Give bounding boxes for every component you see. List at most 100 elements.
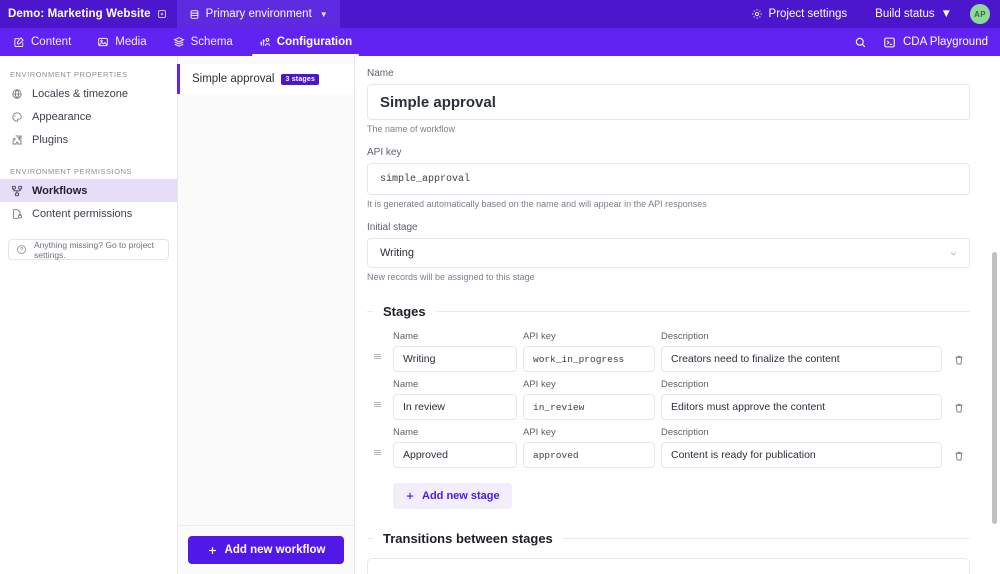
nav-item-configuration[interactable]: Configuration [246, 28, 365, 56]
search-icon[interactable] [842, 36, 879, 49]
nav-item-content[interactable]: Content [0, 28, 84, 56]
section-rule-left [367, 311, 373, 312]
stage-description-value: Content is ready for publication [671, 449, 816, 461]
sidebar-item-content-permissions[interactable]: Content permissions [0, 202, 177, 225]
transitions-card[interactable] [367, 558, 970, 574]
stage-name-value: Approved [403, 449, 448, 461]
edit-square-icon [13, 36, 25, 48]
build-status-label: Build status [875, 8, 935, 20]
avatar-initials: AP [974, 9, 986, 19]
stage-api-key-cell: API key work_in_progress [523, 331, 655, 372]
workflow-list-panel: Simple approval 3 stages Add new workflo… [177, 56, 355, 574]
stage-name-label: Name [393, 379, 419, 390]
stage-api-key-input[interactable]: approved [523, 442, 655, 468]
section-rule-right [435, 311, 970, 312]
stage-description-input[interactable]: Content is ready for publication [661, 442, 942, 468]
environment-switcher[interactable]: Primary environment ▼ [176, 0, 340, 28]
sidebar-item-label: Locales & timezone [32, 87, 128, 100]
stage-description-label: Description [661, 331, 709, 342]
stage-api-key-input[interactable]: work_in_progress [523, 346, 655, 372]
sidebar-item-label: Workflows [32, 184, 88, 197]
api-key-value: simple_approval [380, 173, 471, 185]
vertical-scrollbar[interactable] [992, 252, 997, 524]
drag-handle-icon[interactable] [367, 399, 387, 420]
workflow-name-value: Simple approval [380, 93, 496, 111]
stages-section-header: Stages [367, 304, 970, 319]
initial-stage-select[interactable]: Writing [367, 238, 970, 268]
stage-description-cell: Description Creators need to finalize th… [661, 331, 942, 372]
table-row: Name In review API key in_review Descrip… [367, 379, 970, 420]
stage-name-input[interactable]: Approved [393, 442, 517, 468]
sidebar-item-workflows[interactable]: Workflows [0, 179, 177, 202]
drag-handle-icon[interactable] [367, 447, 387, 468]
stage-description-value: Creators need to finalize the content [671, 353, 840, 365]
stage-api-key-label: API key [523, 379, 556, 390]
project-name: Demo: Marketing Website [8, 8, 151, 20]
name-hint: The name of workflow [367, 124, 456, 134]
sidebar-item-appearance[interactable]: Appearance [0, 105, 177, 128]
workflow-name-input[interactable]: Simple approval [367, 84, 970, 120]
project-settings-button[interactable]: Project settings [737, 0, 862, 28]
stage-name-input[interactable]: In review [393, 394, 517, 420]
table-row: Name Writing API key work_in_progress De… [367, 331, 970, 372]
initial-stage-value: Writing [380, 247, 415, 259]
project-brand[interactable]: Demo: Marketing Website [0, 0, 177, 28]
copy-icon[interactable] [157, 9, 167, 19]
nav-item-label: Content [31, 36, 72, 48]
avatar[interactable]: AP [970, 4, 990, 24]
nav-item-label: Media [115, 36, 147, 48]
section-rule-right [562, 538, 970, 539]
settings-sidebar: ENVIRONMENT PROPERTIES Locales & timezon… [0, 56, 178, 574]
initial-stage-label: Initial stage [367, 222, 418, 233]
help-callout[interactable]: Anything missing? Go to project settings… [8, 239, 169, 260]
workflow-icon [10, 185, 23, 197]
stage-description-input[interactable]: Editors must approve the content [661, 394, 942, 420]
add-new-workflow-button[interactable]: Add new workflow [188, 536, 344, 564]
chevron-down-icon: ▼ [940, 8, 952, 20]
stage-description-cell: Description Editors must approve the con… [661, 379, 942, 420]
environment-name: Primary environment [205, 8, 312, 20]
stage-count-badge: 3 stages [281, 73, 320, 85]
build-status-button[interactable]: Build status ▼ [861, 0, 966, 28]
sidebar-item-locales-timezone[interactable]: Locales & timezone [0, 82, 177, 105]
workflow-list-footer: Add new workflow [178, 525, 354, 574]
trash-icon[interactable] [948, 450, 970, 468]
trash-icon[interactable] [948, 354, 970, 372]
workflow-list: Simple approval 3 stages [177, 56, 354, 525]
trash-icon[interactable] [948, 402, 970, 420]
add-new-stage-button[interactable]: Add new stage [393, 483, 512, 509]
transitions-section-title: Transitions between stages [383, 531, 553, 546]
nav-item-media[interactable]: Media [84, 28, 159, 56]
sidebar-group-permissions-heading: ENVIRONMENT PERMISSIONS [10, 167, 133, 176]
plus-icon [405, 491, 415, 501]
workflow-list-item[interactable]: Simple approval 3 stages [177, 64, 354, 94]
stage-api-key-cell: API key approved [523, 427, 655, 468]
stage-api-key-label: API key [523, 331, 556, 342]
stage-name-input[interactable]: Writing [393, 346, 517, 372]
stage-name-label: Name [393, 331, 419, 342]
add-new-stage-label: Add new stage [422, 490, 500, 502]
nav-item-schema[interactable]: Schema [160, 28, 246, 56]
plus-icon [207, 545, 218, 556]
cda-playground-button[interactable]: CDA Playground [879, 36, 1000, 49]
stage-name-label: Name [393, 427, 419, 438]
sidebar-item-label: Plugins [32, 133, 69, 146]
initial-stage-field-group: Initial stage Writing New records will b… [367, 222, 970, 282]
nav-right-group: CDA Playground [842, 28, 1000, 56]
stage-name-value: Writing [403, 353, 436, 365]
workflow-editor: Name Simple approval The name of workflo… [355, 56, 1000, 574]
stage-api-key-value: approved [533, 449, 579, 461]
chevron-down-icon: ▼ [319, 9, 328, 19]
sidebar-item-plugins[interactable]: Plugins [0, 128, 177, 151]
stage-api-key-input[interactable]: in_review [523, 394, 655, 420]
stage-description-cell: Description Content is ready for publica… [661, 427, 942, 468]
api-key-field-group: API key simple_approval It is generated … [367, 147, 970, 209]
layers-icon [172, 36, 185, 48]
stage-description-input[interactable]: Creators need to finalize the content [661, 346, 942, 372]
top-bar: Demo: Marketing Website Primary environm… [0, 0, 1000, 28]
drag-handle-icon[interactable] [367, 351, 387, 372]
api-key-input[interactable]: simple_approval [367, 163, 970, 195]
app-root: Demo: Marketing Website Primary environm… [0, 0, 1000, 574]
name-field-group: Name Simple approval The name of workflo… [367, 68, 970, 134]
stage-description-label: Description [661, 427, 709, 438]
